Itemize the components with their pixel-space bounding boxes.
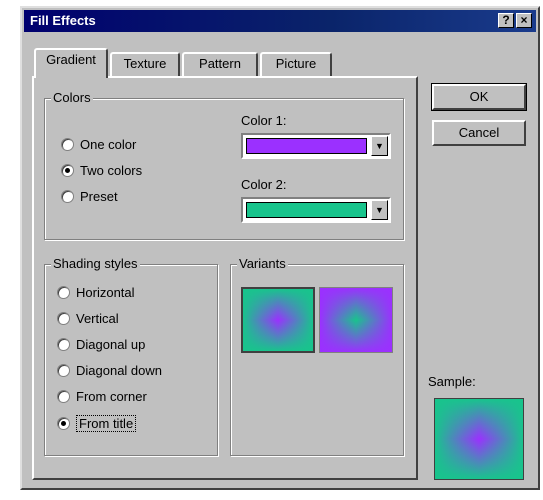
- radio-one-color[interactable]: One color: [61, 137, 136, 152]
- radio-vertical-button[interactable]: [57, 312, 70, 325]
- radio-vertical-label: Vertical: [76, 311, 119, 326]
- radio-vertical[interactable]: Vertical: [57, 311, 119, 326]
- variants-group: Variants: [230, 256, 404, 456]
- radio-horizontal-label: Horizontal: [76, 285, 135, 300]
- radio-from-title[interactable]: From title: [57, 415, 137, 432]
- tab-texture-label: Texture: [123, 56, 167, 71]
- color2-swatch: [246, 202, 367, 218]
- radio-one-color-button[interactable]: [61, 138, 74, 151]
- variants-group-label: Variants: [237, 256, 288, 271]
- color1-label: Color 1:: [241, 113, 287, 128]
- tab-pattern-label: Pattern: [199, 56, 241, 71]
- color2-dropdown[interactable]: ▼: [241, 197, 391, 223]
- shading-styles-group-label: Shading styles: [51, 256, 140, 271]
- radio-diagonal-down[interactable]: Diagonal down: [57, 363, 162, 378]
- tab-gradient[interactable]: Gradient: [34, 48, 108, 78]
- colors-group-label: Colors: [51, 90, 93, 105]
- radio-from-corner[interactable]: From corner: [57, 389, 147, 404]
- radio-from-title-label: From title: [76, 415, 137, 432]
- shading-styles-group: Shading styles Horizontal Vertical Diago…: [44, 256, 218, 456]
- radio-diagonal-down-label: Diagonal down: [76, 363, 163, 378]
- radio-horizontal-button[interactable]: [57, 286, 70, 299]
- radio-two-colors[interactable]: Two colors: [61, 163, 142, 178]
- variant-2[interactable]: [319, 287, 393, 353]
- sample-label: Sample:: [428, 374, 476, 389]
- radio-two-colors-label: Two colors: [80, 163, 143, 178]
- radio-from-title-button[interactable]: [57, 417, 70, 430]
- radio-diagonal-up-button[interactable]: [57, 338, 70, 351]
- radio-from-corner-button[interactable]: [57, 390, 70, 403]
- title-bar[interactable]: Fill Effects ? ×: [24, 10, 536, 32]
- radio-diagonal-down-button[interactable]: [57, 364, 70, 377]
- radio-diagonal-up-label: Diagonal up: [76, 337, 146, 352]
- tab-picture[interactable]: Picture: [260, 52, 332, 76]
- gradient-tab-panel: Colors One color Two colors Preset Color…: [32, 76, 418, 480]
- radio-two-colors-button[interactable]: [61, 164, 74, 177]
- tab-picture-label: Picture: [275, 56, 317, 71]
- tab-pattern[interactable]: Pattern: [182, 52, 258, 76]
- color1-dropdown[interactable]: ▼: [241, 133, 391, 159]
- close-icon[interactable]: ×: [516, 13, 532, 28]
- ok-button[interactable]: OK: [431, 83, 527, 111]
- color1-swatch: [246, 138, 367, 154]
- radio-one-color-label: One color: [80, 137, 137, 152]
- tab-texture[interactable]: Texture: [110, 52, 180, 76]
- radio-from-corner-label: From corner: [76, 389, 147, 404]
- tab-gradient-label: Gradient: [46, 52, 96, 67]
- radio-preset-button[interactable]: [61, 190, 74, 203]
- radio-horizontal[interactable]: Horizontal: [57, 285, 135, 300]
- cancel-button[interactable]: Cancel: [432, 120, 526, 146]
- radio-diagonal-up[interactable]: Diagonal up: [57, 337, 145, 352]
- radio-preset[interactable]: Preset: [61, 189, 118, 204]
- dialog-title: Fill Effects: [30, 13, 96, 28]
- variant-1[interactable]: [241, 287, 315, 353]
- chevron-down-icon[interactable]: ▼: [371, 136, 388, 156]
- colors-group: Colors One color Two colors Preset Color…: [44, 90, 404, 240]
- color2-label: Color 2:: [241, 177, 287, 192]
- sample-preview: [434, 398, 524, 480]
- fill-effects-dialog: Fill Effects ? × Gradient Texture Patter…: [20, 6, 540, 490]
- radio-preset-label: Preset: [80, 189, 118, 204]
- help-icon[interactable]: ?: [498, 13, 514, 28]
- chevron-down-icon[interactable]: ▼: [371, 200, 388, 220]
